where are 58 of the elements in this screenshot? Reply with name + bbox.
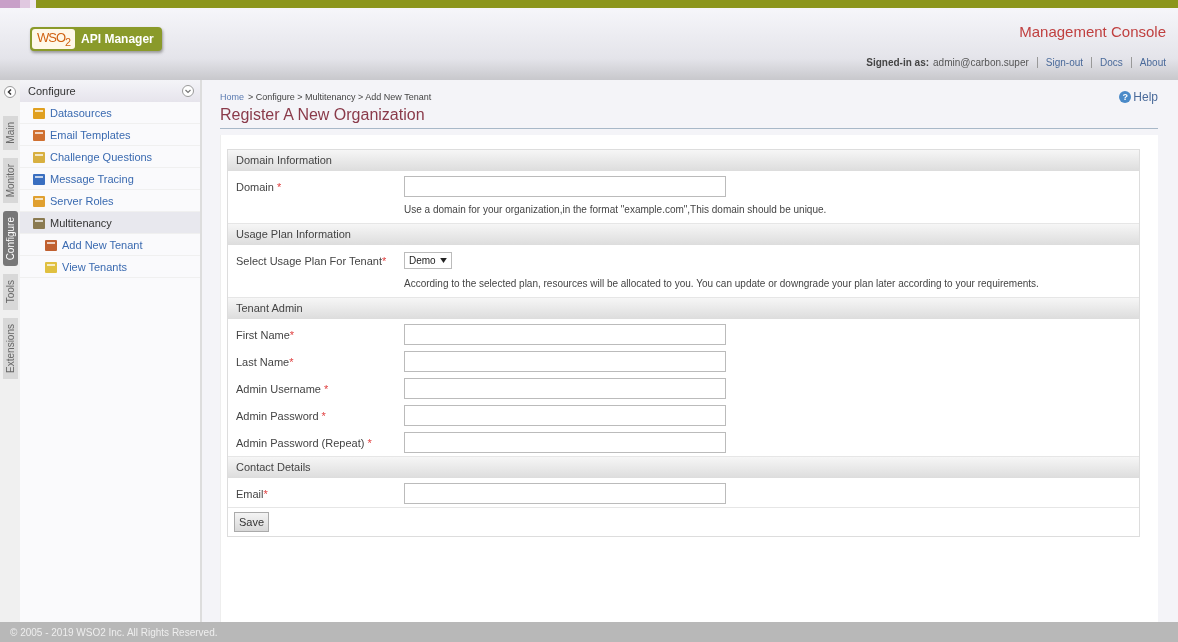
help-link[interactable]: ? Help bbox=[1119, 90, 1158, 104]
tile-icon bbox=[32, 215, 46, 230]
field-label: Last Name* bbox=[235, 355, 295, 368]
menu-item[interactable]: Email Templates bbox=[20, 124, 200, 146]
input-field[interactable] bbox=[404, 483, 726, 504]
side-tab[interactable]: Tools bbox=[2, 274, 18, 310]
input-field[interactable] bbox=[404, 378, 726, 399]
tile-icon bbox=[32, 105, 46, 120]
menu-item[interactable]: Message Tracing bbox=[20, 168, 200, 190]
input-field[interactable] bbox=[404, 432, 726, 453]
field-label: Email* bbox=[235, 487, 269, 500]
field-label: First Name* bbox=[235, 328, 296, 341]
tile-icon bbox=[32, 193, 46, 208]
collapse-icon[interactable] bbox=[4, 86, 16, 98]
product-logo[interactable]: WSO$_{2}$ API Manager bbox=[30, 27, 162, 51]
chevron-icon[interactable] bbox=[182, 85, 194, 97]
side-tab[interactable]: Monitor bbox=[2, 157, 18, 204]
save-button[interactable]: Save bbox=[234, 512, 270, 532]
field-label: Domain * bbox=[235, 180, 283, 193]
section-header: Domain Information bbox=[228, 150, 1139, 171]
field-hint: Use a domain for your organization,in the format "example.com",This domain should be unique. bbox=[403, 203, 828, 217]
breadcrumb-link[interactable]: Home bbox=[220, 92, 244, 102]
section-header: Tenant Admin bbox=[228, 298, 1139, 319]
field-label: Select Usage Plan For Tenant* bbox=[235, 254, 388, 267]
console-title: Management Console bbox=[1019, 22, 1166, 40]
side-tab[interactable]: Extensions bbox=[2, 317, 18, 379]
field-hint: According to the selected plan, resources will be allocated to you. You can update or downgrade your plan later according to your requirements. bbox=[403, 277, 1040, 291]
input-field[interactable] bbox=[404, 324, 726, 345]
input-field[interactable] bbox=[404, 405, 726, 426]
field-label: Admin Password * bbox=[235, 409, 327, 422]
tile-icon bbox=[44, 259, 58, 274]
input-field[interactable] bbox=[404, 176, 726, 197]
section-header: Contact Details bbox=[228, 457, 1139, 478]
menu-item[interactable]: Datasources bbox=[20, 102, 200, 124]
input-field[interactable] bbox=[404, 351, 726, 372]
page-title: Register A New Organization bbox=[220, 106, 1158, 129]
header-link[interactable]: Sign-out bbox=[1037, 56, 1093, 68]
field-label: Admin Username * bbox=[235, 382, 330, 395]
menu-item[interactable]: Challenge Questions bbox=[20, 146, 200, 168]
side-tab[interactable]: Configure bbox=[2, 211, 18, 267]
menu-item[interactable]: Add New Tenant bbox=[20, 234, 200, 256]
tile-icon bbox=[32, 149, 46, 164]
field-label: Admin Password (Repeat) * bbox=[235, 436, 373, 449]
header-link[interactable]: About bbox=[1131, 56, 1166, 68]
user-name: admin@carbon.super bbox=[933, 56, 1038, 68]
caret-icon bbox=[439, 258, 447, 263]
plan-dropdown[interactable]: Demo bbox=[404, 252, 452, 269]
signed-in-label: Signed-in as: bbox=[866, 56, 930, 68]
section-header: Usage Plan Information bbox=[228, 224, 1139, 245]
tile-icon bbox=[32, 171, 46, 186]
header-link[interactable]: Docs bbox=[1092, 56, 1132, 68]
side-tab[interactable]: Main bbox=[2, 116, 18, 150]
menu-title: Configure bbox=[28, 85, 76, 97]
tile-icon bbox=[44, 237, 58, 252]
menu-item[interactable]: Multitenancy bbox=[20, 212, 200, 234]
breadcrumb-path: > Configure > Multitenancy > Add New Tenant bbox=[248, 92, 432, 102]
menu-item[interactable]: View Tenants bbox=[20, 256, 200, 278]
tile-icon bbox=[32, 127, 46, 142]
